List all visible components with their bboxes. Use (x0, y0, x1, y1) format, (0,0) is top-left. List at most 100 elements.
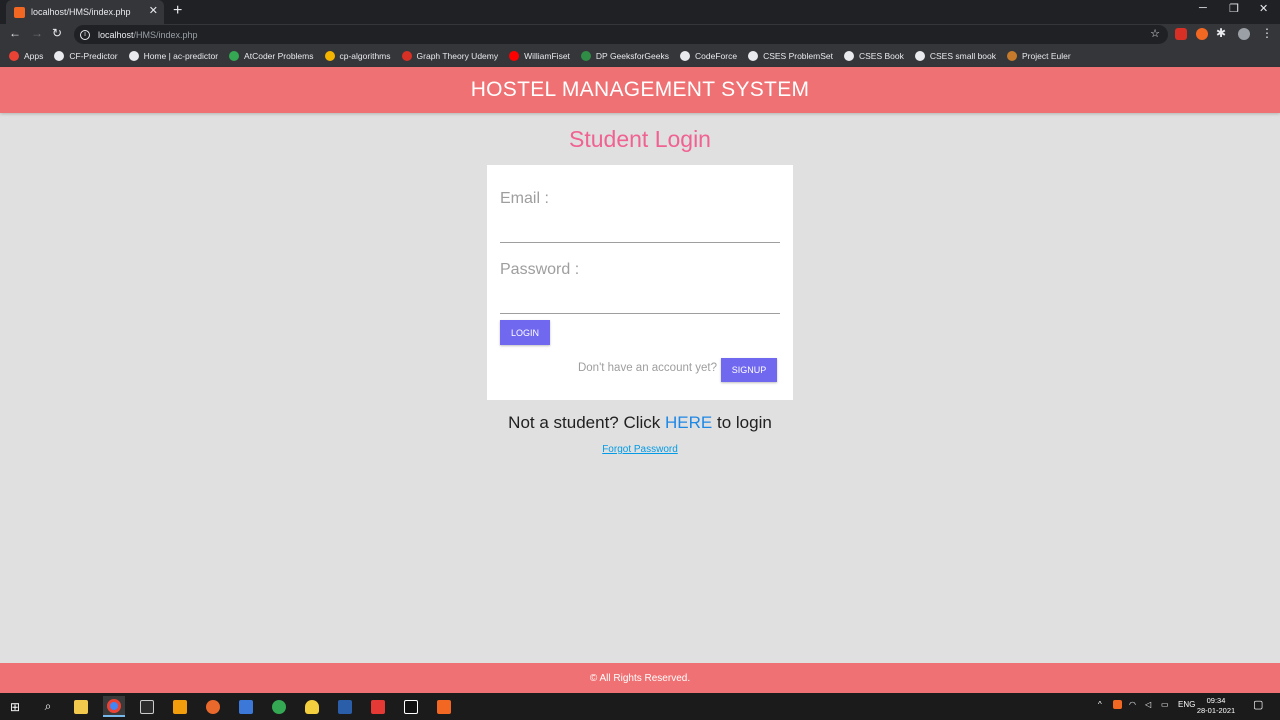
close-tab-icon[interactable]: ✕ (149, 4, 158, 17)
chrome-icon[interactable] (103, 696, 125, 717)
extension-icon[interactable] (1196, 28, 1208, 40)
url-host: localhost (98, 29, 134, 40)
bookmark-favicon-icon (843, 51, 854, 61)
bookmark-label: AtCoder Problems (244, 51, 314, 61)
visual-studio-icon[interactable] (235, 696, 257, 717)
page-footer: © All Rights Reserved. (0, 663, 1280, 693)
bookmark-item[interactable]: AtCoder Problems (229, 51, 314, 61)
bookmark-item[interactable]: CF-Predictor (54, 51, 118, 61)
address-bar[interactable]: i localhost/HMS/index.php ☆ (74, 25, 1168, 44)
bookmark-label: CSES small book (929, 51, 997, 61)
powershell-icon[interactable] (334, 696, 356, 717)
forward-icon[interactable]: → (31, 26, 43, 40)
bookmark-favicon-icon (128, 51, 139, 61)
bookmark-item[interactable]: Apps (9, 51, 43, 61)
bookmark-item[interactable]: WilliamFiset (509, 51, 570, 61)
bookmark-favicon-icon (748, 51, 759, 61)
bookmark-item[interactable]: DP GeeksforGeeks (580, 51, 669, 61)
url-path: /HMS/index.php (133, 29, 198, 40)
bookmark-item[interactable]: CSES small book (914, 51, 997, 61)
clock-time: 09:34 (1206, 696, 1226, 705)
bookmark-label: CF-Predictor (69, 51, 118, 61)
bookmark-favicon-icon (509, 51, 520, 61)
bookmark-item[interactable]: CSES ProblemSet (748, 51, 833, 61)
page-title: HOSTEL MANAGEMENT SYSTEM (470, 78, 810, 101)
tiles-app-icon[interactable] (367, 696, 389, 717)
bookmark-label: Project Euler (1022, 51, 1071, 61)
start-windows-icon[interactable]: ⊞ (4, 696, 26, 717)
bookmark-label: cp-algorithms (339, 51, 391, 61)
back-icon[interactable]: ← (9, 26, 21, 40)
terminal-icon[interactable] (136, 696, 158, 717)
bookmark-label: CSES Book (858, 51, 904, 61)
restore-icon[interactable]: ❐ (1229, 2, 1239, 15)
bookmark-favicon-icon (1007, 51, 1018, 61)
bookmark-label: DP GeeksforGeeks (595, 51, 669, 61)
bookmark-favicon-icon (54, 51, 65, 61)
password-field[interactable] (500, 288, 780, 314)
browser-tabstrip: localhost/HMS/index.php ✕ + ─ ❐ ✕ (0, 0, 1280, 24)
bookmark-favicon-icon (401, 51, 412, 61)
page-header: HOSTEL MANAGEMENT SYSTEM (0, 67, 1280, 113)
new-tab-icon[interactable]: + (173, 2, 182, 20)
bookmark-favicon-icon (324, 51, 335, 61)
intellij-icon[interactable] (400, 696, 422, 717)
profile-avatar-icon[interactable] (1238, 28, 1250, 40)
bookmark-label: WilliamFiset (524, 51, 570, 61)
clock-date: 28-01-2021 (1196, 706, 1236, 715)
app-icon[interactable] (268, 696, 290, 717)
xampp-favicon-icon (14, 6, 25, 18)
linux-penguin-icon[interactable] (301, 696, 323, 717)
forgot-password-row: Forgot Password (0, 439, 1280, 457)
minimize-icon[interactable]: ─ (1199, 2, 1207, 14)
bookmark-favicon-icon (680, 51, 690, 61)
bookmark-favicon-icon (229, 51, 240, 61)
password-label: Password : (500, 261, 580, 278)
reload-icon[interactable]: ↻ (52, 26, 62, 40)
menu-kebab-icon[interactable]: ⋮ (1261, 26, 1273, 40)
xampp-icon[interactable] (433, 696, 455, 717)
login-title: Student Login (569, 126, 711, 152)
browser-toolbar: ← → ↻ i localhost/HMS/index.php ☆ ✱ ⋮ (0, 24, 1280, 45)
eclipse-icon[interactable] (202, 696, 224, 717)
bookmark-item[interactable]: cp-algorithms (324, 51, 391, 61)
notifications-icon[interactable]: ▢ (1253, 698, 1263, 711)
site-info-icon[interactable]: i (80, 29, 90, 40)
apps-grid-icon (9, 51, 19, 61)
bookmark-label: CSES ProblemSet (763, 51, 833, 61)
bookmark-item[interactable]: CodeForce (680, 51, 737, 61)
alt-login-suffix: to login (712, 413, 772, 432)
tray-expand-icon[interactable]: ^ (1098, 700, 1102, 709)
tray-xampp-icon[interactable] (1113, 700, 1122, 709)
bookmark-item[interactable]: Home | ac-predictor (128, 51, 219, 61)
alt-login-prefix: Not a student? Click (508, 413, 666, 432)
browser-tab[interactable]: localhost/HMS/index.php ✕ (6, 0, 164, 24)
search-icon[interactable]: ⌕ (37, 696, 59, 717)
signup-button[interactable]: SIGNUP (721, 358, 777, 382)
volume-icon[interactable]: ◁ (1145, 700, 1151, 709)
bookmark-label: Home | ac-predictor (143, 51, 219, 61)
clock[interactable]: 09:34 28-01-2021 (1195, 696, 1237, 716)
bookmark-item[interactable]: Project Euler (1007, 51, 1071, 61)
extensions-puzzle-icon[interactable]: ✱ (1216, 26, 1226, 40)
language-indicator[interactable]: ENG (1178, 700, 1195, 709)
email-field[interactable] (500, 217, 780, 243)
bookmark-item[interactable]: CSES Book (843, 51, 904, 61)
window-close-icon[interactable]: ✕ (1259, 2, 1268, 15)
alt-login-text: Not a student? Click HERE to login (0, 413, 1280, 433)
battery-icon[interactable]: ▭ (1161, 700, 1169, 709)
login-card: Email : Password : LOGIN Don't have an a… (487, 165, 793, 400)
bookmark-label: CodeForce (695, 51, 738, 61)
here-link[interactable]: HERE (665, 413, 712, 432)
bookmark-star-icon[interactable]: ☆ (1150, 27, 1160, 40)
bookmark-label: Graph Theory Udemy (416, 51, 499, 61)
wifi-icon[interactable]: ◠ (1129, 700, 1136, 709)
forgot-password-link[interactable]: Forgot Password (602, 444, 678, 455)
bookmark-favicon-icon (914, 51, 925, 61)
extension-icon[interactable] (1175, 28, 1187, 40)
bookmark-item[interactable]: Graph Theory Udemy (401, 51, 499, 61)
sublime-text-icon[interactable] (169, 696, 191, 717)
login-button[interactable]: LOGIN (500, 320, 550, 345)
file-explorer-icon[interactable] (70, 696, 92, 717)
bookmark-label: Apps (24, 51, 44, 61)
